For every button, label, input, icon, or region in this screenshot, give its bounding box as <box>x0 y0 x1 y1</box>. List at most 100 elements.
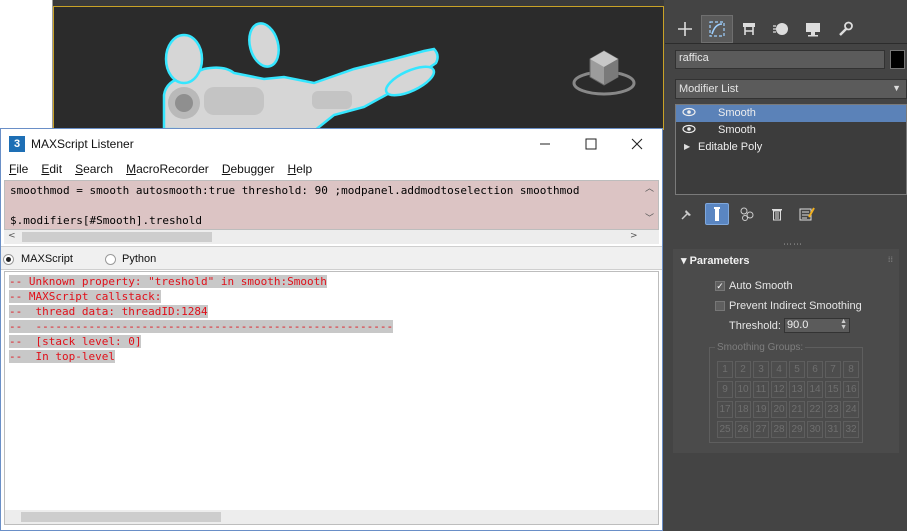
smoothing-group-button[interactable]: 29 <box>789 421 805 438</box>
modify-icon[interactable] <box>701 15 733 43</box>
close-button[interactable] <box>614 131 660 157</box>
smoothing-group-button[interactable]: 9 <box>717 381 733 398</box>
motion-icon[interactable] <box>765 15 797 43</box>
smoothing-group-button[interactable]: 27 <box>753 421 769 438</box>
smoothing-group-button[interactable]: 6 <box>807 361 823 378</box>
utilities-icon[interactable] <box>829 15 861 43</box>
prevent-indirect-label: Prevent Indirect Smoothing <box>729 300 862 312</box>
hierarchy-icon[interactable] <box>733 15 765 43</box>
display-icon[interactable] <box>797 15 829 43</box>
smoothing-group-button[interactable]: 17 <box>717 401 733 418</box>
smoothing-group-button[interactable]: 4 <box>771 361 787 378</box>
output-line[interactable]: -- thread data: threadID:1284 <box>9 305 208 318</box>
modifier-list-label: Modifier List <box>679 83 739 95</box>
stack-item-label: Editable Poly <box>698 141 763 153</box>
object-name-field[interactable]: raffica <box>675 50 885 69</box>
smoothing-group-button[interactable]: 1 <box>717 361 733 378</box>
title-bar[interactable]: 3 MAXScript Listener <box>1 129 662 159</box>
output-line[interactable]: -- [stack level: 0] <box>9 335 142 348</box>
smoothing-group-button[interactable]: 31 <box>825 421 841 438</box>
checkbox-unchecked[interactable] <box>715 301 725 311</box>
make-unique-icon[interactable] <box>735 203 759 225</box>
auto-smooth-label: Auto Smooth <box>729 280 793 292</box>
menu-macrorecorder[interactable]: MacroRecorder <box>126 159 209 180</box>
parameters-rollout: ▾ Parameters ⁞⁞ ✓ Auto Smooth Prevent In… <box>673 249 899 453</box>
smoothing-group-button[interactable]: 22 <box>807 401 823 418</box>
maximize-button[interactable] <box>568 131 614 157</box>
menu-help[interactable]: Help <box>288 159 313 180</box>
rollout-drag-handle[interactable]: ⁞⁞ <box>888 255 893 264</box>
output-line[interactable]: -- -------------------------------------… <box>9 320 394 333</box>
smoothing-group-button[interactable]: 15 <box>825 381 841 398</box>
smoothing-group-button[interactable]: 19 <box>753 401 769 418</box>
pin-stack-icon[interactable] <box>675 203 699 225</box>
smoothing-group-button[interactable]: 2 <box>735 361 751 378</box>
threshold-spinner[interactable]: 90.0 ▲ ▼ <box>784 318 850 333</box>
show-end-result-icon[interactable] <box>705 203 729 225</box>
smoothing-group-button[interactable]: 25 <box>717 421 733 438</box>
output-line[interactable]: -- Unknown property: "treshold" in smoot… <box>9 275 327 288</box>
smoothing-group-button[interactable]: 13 <box>789 381 805 398</box>
radio-python[interactable] <box>105 254 116 265</box>
python-label: Python <box>122 253 157 265</box>
eye-icon[interactable] <box>682 107 696 120</box>
smoothing-group-button[interactable]: 10 <box>735 381 751 398</box>
macro-horizontal-scrollbar[interactable]: < > <box>4 230 659 244</box>
parameters-rollout-header[interactable]: ▾ Parameters <box>681 254 750 267</box>
stack-item-smooth-2[interactable]: Smooth <box>676 122 906 139</box>
smoothing-group-button[interactable]: 23 <box>825 401 841 418</box>
smoothing-group-button[interactable]: 5 <box>789 361 805 378</box>
menu-debugger[interactable]: Debugger <box>222 159 275 180</box>
maxscript-listener-window: 3 MAXScript Listener File Edit Search Ma… <box>0 128 663 531</box>
menu-file[interactable]: File <box>9 159 28 180</box>
modifier-stack: Smooth Smooth ▶ Editable Poly <box>675 104 907 195</box>
stack-item-editable-poly[interactable]: ▶ Editable Poly <box>676 139 906 156</box>
listener-output-pane[interactable]: -- Unknown property: "treshold" in smoot… <box>4 271 659 525</box>
scroll-thumb[interactable] <box>22 232 212 242</box>
smoothing-group-button[interactable]: 28 <box>771 421 787 438</box>
smoothing-group-button[interactable]: 20 <box>771 401 787 418</box>
smoothing-group-button[interactable]: 21 <box>789 401 805 418</box>
checkbox-checked[interactable]: ✓ <box>715 281 725 291</box>
eye-icon[interactable] <box>682 124 696 137</box>
spinner-arrows-icon[interactable]: ▲ ▼ <box>840 318 847 331</box>
output-line[interactable]: -- In top-level <box>9 350 115 363</box>
menu-edit[interactable]: Edit <box>41 159 62 180</box>
smoothing-group-button[interactable]: 7 <box>825 361 841 378</box>
smoothing-group-button[interactable]: 32 <box>843 421 859 438</box>
configure-modifier-sets-icon[interactable] <box>795 203 819 225</box>
scroll-left-icon[interactable]: < <box>8 231 16 241</box>
output-line[interactable]: -- MAXScript callstack: <box>9 290 162 303</box>
scroll-up-icon[interactable]: ︿ <box>645 181 654 194</box>
perspective-viewport[interactable] <box>53 6 664 131</box>
macro-line[interactable]: smoothmod = smooth autosmooth:true thres… <box>10 184 580 197</box>
scroll-right-icon[interactable]: > <box>630 231 638 241</box>
scroll-down-icon[interactable]: ﹀ <box>645 211 654 224</box>
smoothing-group-button[interactable]: 30 <box>807 421 823 438</box>
smoothing-group-button[interactable]: 18 <box>735 401 751 418</box>
create-icon[interactable] <box>669 15 701 43</box>
stack-item-smooth-1[interactable]: Smooth <box>676 105 906 122</box>
macro-vertical-scrollbar[interactable]: ︿ ﹀ <box>643 181 657 229</box>
output-horizontal-scrollbar[interactable] <box>5 510 658 524</box>
modifier-list-dropdown[interactable]: Modifier List ▼ <box>675 79 907 99</box>
smoothing-group-button[interactable]: 11 <box>753 381 769 398</box>
radio-maxscript[interactable] <box>3 254 14 265</box>
scroll-thumb[interactable] <box>21 512 221 522</box>
auto-smooth-checkbox[interactable]: ✓ Auto Smooth <box>715 280 793 292</box>
remove-modifier-icon[interactable] <box>765 203 789 225</box>
smoothing-group-button[interactable]: 16 <box>843 381 859 398</box>
smoothing-group-button[interactable]: 14 <box>807 381 823 398</box>
expand-triangle-icon[interactable]: ▶ <box>684 142 690 151</box>
menu-search[interactable]: Search <box>75 159 113 180</box>
smoothing-group-button[interactable]: 26 <box>735 421 751 438</box>
prevent-indirect-smoothing-checkbox[interactable]: Prevent Indirect Smoothing <box>715 300 862 312</box>
smoothing-group-button[interactable]: 24 <box>843 401 859 418</box>
macro-recorder-pane[interactable]: smoothmod = smooth autosmooth:true thres… <box>4 180 659 230</box>
smoothing-group-button[interactable]: 3 <box>753 361 769 378</box>
smoothing-group-button[interactable]: 12 <box>771 381 787 398</box>
smoothing-group-button[interactable]: 8 <box>843 361 859 378</box>
minimize-button[interactable] <box>522 131 568 157</box>
macro-line[interactable]: $.modifiers[#Smooth].treshold <box>10 214 202 227</box>
object-color-swatch[interactable] <box>890 50 905 69</box>
